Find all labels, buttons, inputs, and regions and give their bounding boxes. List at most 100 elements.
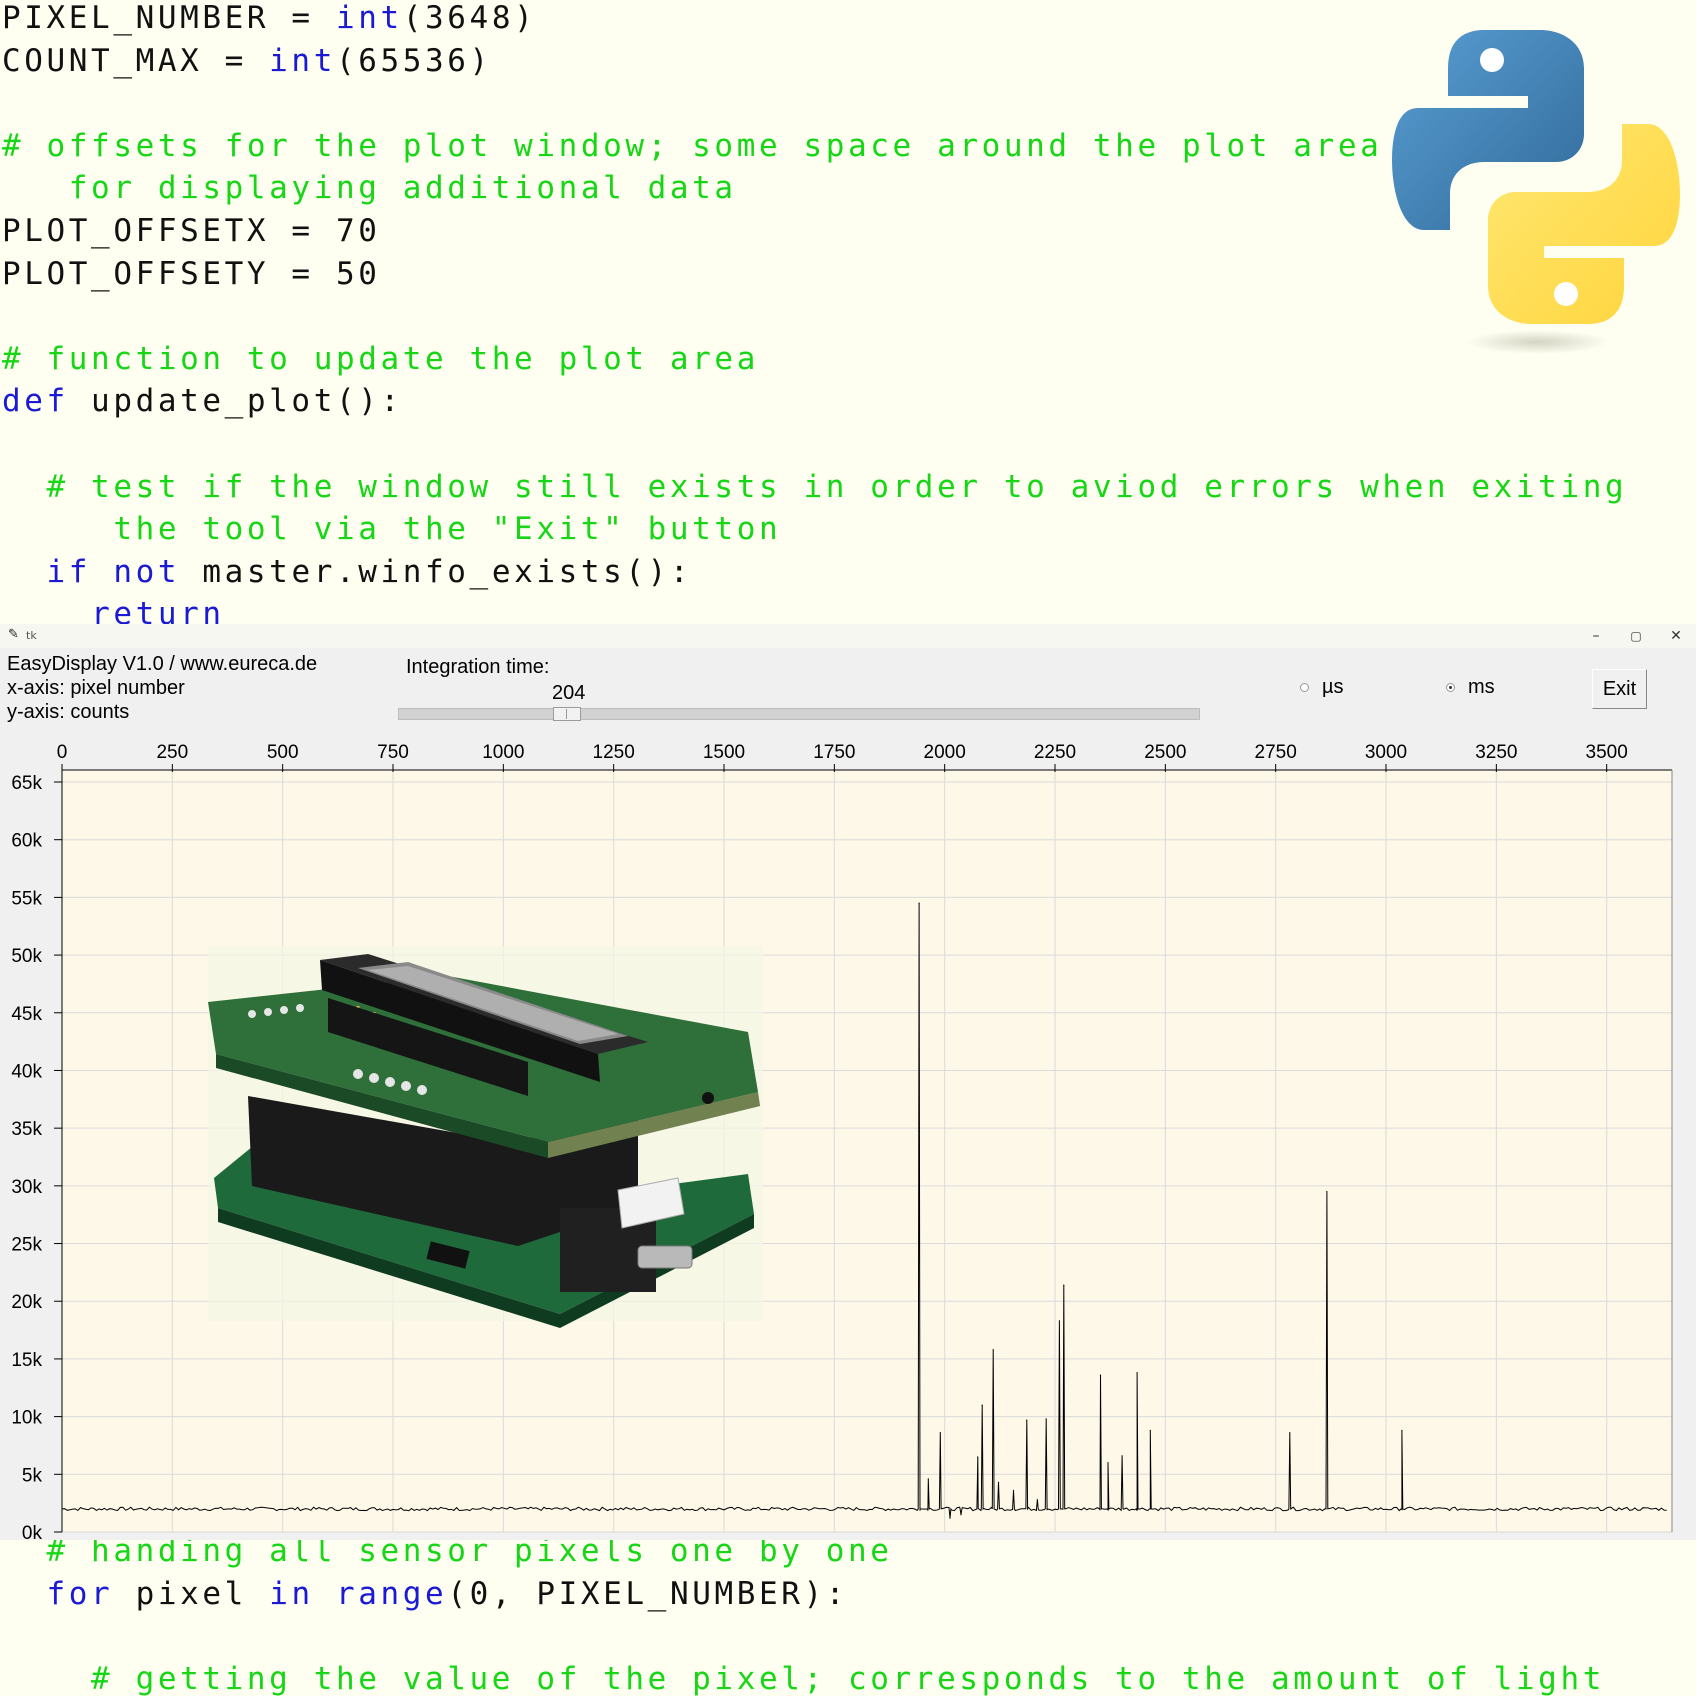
code-token: (0, PIXEL_NUMBER):	[447, 1575, 849, 1612]
x-tick-label: 500	[267, 742, 299, 763]
x-tick-label: 1250	[593, 742, 635, 763]
x-tick-label: 2500	[1144, 742, 1186, 763]
spectrum-peak	[1063, 1284, 1065, 1286]
spectrum-peak	[960, 1514, 962, 1516]
y-tick-label: 0k	[22, 1523, 43, 1540]
spectrum-peak	[1058, 1320, 1061, 1322]
code-token: master.winfo_exists():	[180, 553, 693, 590]
spectrum-peak	[997, 1481, 1000, 1483]
spectrum-peak	[939, 1432, 941, 1434]
x-tick-label: 750	[377, 742, 409, 763]
x-tick-label: 3500	[1586, 742, 1628, 763]
code-token: pixel	[113, 1575, 270, 1612]
x-tick-label: 1750	[813, 742, 855, 763]
code-editor-bottom: # handing all sensor pixels one by one f…	[0, 1540, 1696, 1696]
x-tick-label: 1500	[703, 742, 745, 763]
code-line: COUNT_MAX = int(65536)	[2, 41, 492, 81]
spectrum-peak	[992, 1349, 994, 1351]
code-token: range	[335, 1575, 448, 1612]
y-tick-label: 40k	[11, 1061, 42, 1082]
y-tick-label: 20k	[11, 1292, 42, 1313]
spectrum-peak	[1012, 1489, 1015, 1492]
y-tick-label: 65k	[11, 773, 42, 794]
code-token: def	[2, 383, 69, 420]
spectrum-peak	[1401, 1429, 1403, 1432]
y-tick-label: 10k	[11, 1408, 42, 1429]
code-token: PLOT_OFFSETY = 50	[2, 255, 381, 292]
code-token: # test if the window still exists in ord…	[2, 468, 1628, 505]
code-token: # function to update the plot area	[2, 340, 759, 377]
y-tick-label: 50k	[11, 946, 42, 967]
code-token: int	[335, 0, 403, 36]
code-token: if	[46, 553, 92, 590]
spectrum-peak	[927, 1478, 929, 1480]
y-tick-label: 35k	[11, 1119, 42, 1140]
code-token: # getting the value of the pixel; corres…	[2, 1660, 1605, 1696]
code-line: # getting the value of the pixel; corres…	[2, 1659, 1605, 1696]
code-token: return	[91, 596, 225, 625]
code-token: (3648)	[402, 0, 537, 36]
code-token: not	[113, 553, 181, 590]
code-line: # handing all sensor pixels one by one	[2, 1540, 893, 1571]
y-tick-label: 5k	[22, 1465, 43, 1486]
spectrum-peak	[1045, 1418, 1047, 1420]
code-token: the tool via the "Exit" button	[2, 511, 782, 548]
spectrum-peak	[1099, 1374, 1102, 1376]
spectrum-peak	[1149, 1429, 1151, 1432]
spectrum-peak	[1036, 1499, 1038, 1501]
x-tick-label: 1000	[482, 742, 524, 763]
x-tick-label: 3250	[1475, 742, 1517, 763]
code-token: PIXEL_NUMBER =	[2, 0, 336, 36]
y-tick-label: 25k	[11, 1235, 42, 1256]
code-token: for displaying additional data	[2, 170, 737, 207]
code-line: if not master.winfo_exists():	[2, 552, 692, 592]
code-line: # function to update the plot area	[2, 339, 759, 379]
code-line: PIXEL_NUMBER = int(3648)	[2, 0, 536, 38]
x-tick-label: 2000	[924, 742, 966, 763]
y-tick-label: 60k	[11, 831, 42, 852]
python-logo-icon	[1392, 30, 1680, 354]
x-tick-label: 250	[156, 742, 188, 763]
code-token: update_plot():	[68, 383, 403, 420]
spectrum-peak	[977, 1456, 979, 1458]
x-tick-label: 0	[57, 742, 68, 763]
spectrum-peak	[1289, 1432, 1291, 1434]
code-token: PLOT_OFFSETX = 70	[2, 213, 381, 249]
spectrum-peak	[1107, 1462, 1109, 1464]
spectrum-peak	[1121, 1455, 1123, 1457]
code-token: int	[269, 42, 336, 79]
ccd-sensor-board-photo	[208, 946, 763, 1328]
spectrum-peak	[918, 902, 920, 904]
code-line: PLOT_OFFSETY = 50	[2, 254, 380, 294]
spectrum-peak	[981, 1404, 983, 1406]
code-token: # offsets for the plot window; some spac…	[2, 127, 1561, 164]
y-tick-label: 45k	[11, 1004, 42, 1025]
y-tick-label: 15k	[11, 1350, 42, 1371]
code-token: in	[269, 1575, 314, 1612]
code-line: def update_plot():	[2, 381, 403, 421]
spectrum-peak	[949, 1517, 951, 1519]
code-line: for pixel in range(0, PIXEL_NUMBER):	[2, 1574, 848, 1614]
spectrum-peak	[1026, 1419, 1028, 1421]
code-token: # handing all sensor pixels one by one	[2, 1540, 893, 1569]
code-line: PLOT_OFFSETX = 70	[2, 211, 380, 251]
y-tick-label: 30k	[11, 1177, 42, 1198]
code-line: the tool via the "Exit" button	[2, 509, 781, 549]
spectrum-peak	[1136, 1372, 1138, 1374]
code-line: return	[2, 594, 225, 625]
x-tick-label: 2750	[1255, 742, 1297, 763]
code-line: # test if the window still exists in ord…	[2, 467, 1627, 507]
y-tick-label: 55k	[11, 888, 42, 909]
code-token: (65536)	[335, 42, 492, 79]
x-tick-label: 2250	[1034, 742, 1076, 763]
spectrum-peak	[1326, 1191, 1328, 1193]
code-token: COUNT_MAX =	[2, 42, 270, 79]
x-tick-label: 3000	[1365, 742, 1407, 763]
code-line: # offsets for the plot window; some spac…	[2, 126, 1560, 166]
code-token: for	[46, 1575, 114, 1612]
